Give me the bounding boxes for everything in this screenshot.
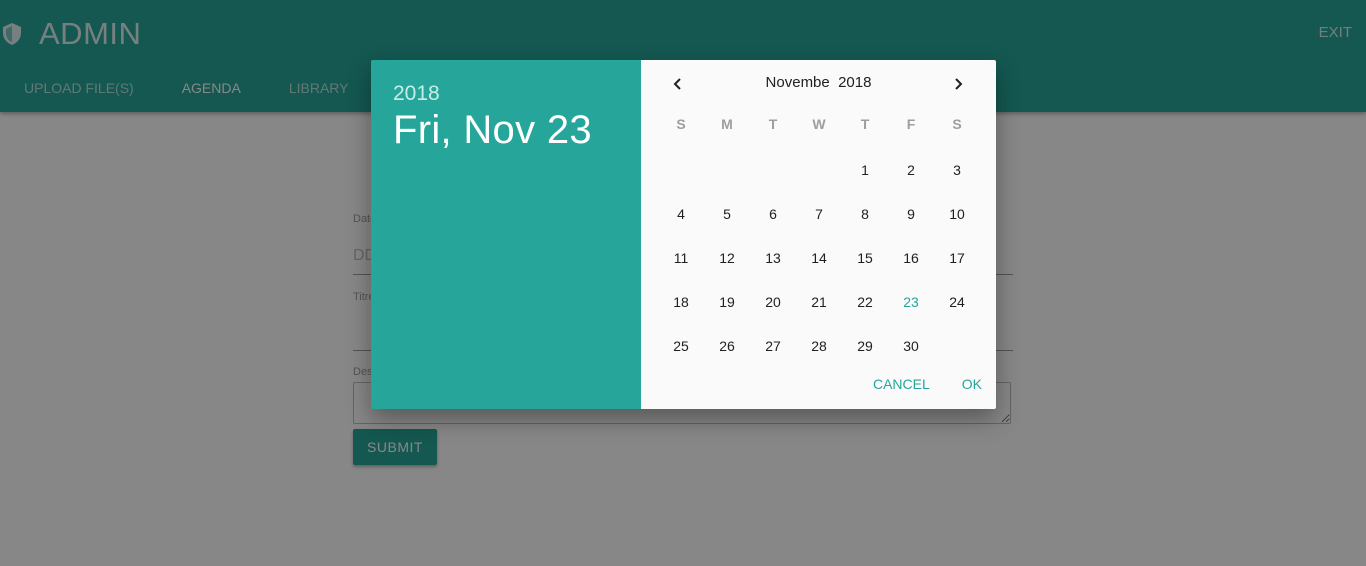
- datepicker-year[interactable]: 2018: [393, 82, 440, 106]
- day-cell[interactable]: 9: [888, 192, 934, 236]
- datepicker-modal: 2018 Fri, Nov 23 Novembe 2018 SMTWTFS 12…: [371, 60, 996, 409]
- day-cell[interactable]: 18: [658, 280, 704, 324]
- weekday-label: W: [812, 116, 826, 132]
- weekday-label: M: [721, 116, 733, 132]
- weekday-label: T: [860, 116, 870, 132]
- day-cell[interactable]: 27: [750, 324, 796, 368]
- month-label: Novembe 2018: [765, 74, 872, 91]
- weekday-label: S: [676, 116, 686, 132]
- day-cell[interactable]: 3: [934, 148, 980, 192]
- day-cell[interactable]: 20: [750, 280, 796, 324]
- weekday-label: T: [768, 116, 778, 132]
- day-cell[interactable]: 21: [796, 280, 842, 324]
- day-cell[interactable]: 8: [842, 192, 888, 236]
- datepicker-selected-date: Fri, Nov 23: [393, 108, 592, 152]
- weekday-header: SMTWTFS: [658, 116, 980, 132]
- day-cell[interactable]: 12: [704, 236, 750, 280]
- day-cell[interactable]: 24: [934, 280, 980, 324]
- day-cell[interactable]: 1: [842, 148, 888, 192]
- chevron-right-icon: [955, 78, 963, 90]
- day-cell[interactable]: 6: [750, 192, 796, 236]
- day-cell[interactable]: 2: [888, 148, 934, 192]
- day-cell[interactable]: 14: [796, 236, 842, 280]
- day-cell[interactable]: 29: [842, 324, 888, 368]
- day-cell[interactable]: 13: [750, 236, 796, 280]
- empty-day-cell: [796, 148, 842, 192]
- day-cell[interactable]: 11: [658, 236, 704, 280]
- calendar-week-row: 11 12 13 14 15 16 17: [658, 236, 980, 280]
- day-cell[interactable]: 17: [934, 236, 980, 280]
- day-cell-selected[interactable]: 23: [888, 280, 934, 324]
- empty-day-cell: [704, 148, 750, 192]
- day-cell[interactable]: 15: [842, 236, 888, 280]
- cancel-button[interactable]: CANCEL: [873, 376, 930, 392]
- day-cell[interactable]: 26: [704, 324, 750, 368]
- calendar-week-row: 4 5 6 7 8 9 10: [658, 192, 980, 236]
- day-cell[interactable]: 5: [704, 192, 750, 236]
- calendar-week-row: 18 19 20 21 22 23 24: [658, 280, 980, 324]
- ok-button[interactable]: OK: [962, 376, 982, 392]
- weekday-label: F: [906, 116, 916, 132]
- day-cell[interactable]: 25: [658, 324, 704, 368]
- next-month-button[interactable]: [946, 72, 970, 96]
- day-cell[interactable]: 22: [842, 280, 888, 324]
- empty-day-cell: [658, 148, 704, 192]
- datepicker-actions: CANCEL OK: [841, 376, 982, 392]
- day-cell[interactable]: 10: [934, 192, 980, 236]
- day-cell[interactable]: 4: [658, 192, 704, 236]
- empty-day-cell: [934, 324, 980, 368]
- day-cell[interactable]: 28: [796, 324, 842, 368]
- day-grid: 1 2 3 4 5 6 7 8 9 10 11 12 13 14 15 16 17 18 19 20 21 22 23 24 2…: [658, 148, 980, 368]
- empty-day-cell: [750, 148, 796, 192]
- calendar-week-row: 123: [658, 148, 980, 192]
- datepicker-calendar: Novembe 2018 SMTWTFS 1 2 3 4 5 6 7 8 9 10 11 12 13 14…: [641, 60, 996, 409]
- calendar-week-row: 25 26 27 28 29 30: [658, 324, 980, 368]
- day-cell[interactable]: 19: [704, 280, 750, 324]
- weekday-label: S: [952, 116, 962, 132]
- day-cell[interactable]: 7: [796, 192, 842, 236]
- datepicker-header: 2018 Fri, Nov 23: [371, 60, 641, 409]
- day-cell[interactable]: 30: [888, 324, 934, 368]
- day-cell[interactable]: 16: [888, 236, 934, 280]
